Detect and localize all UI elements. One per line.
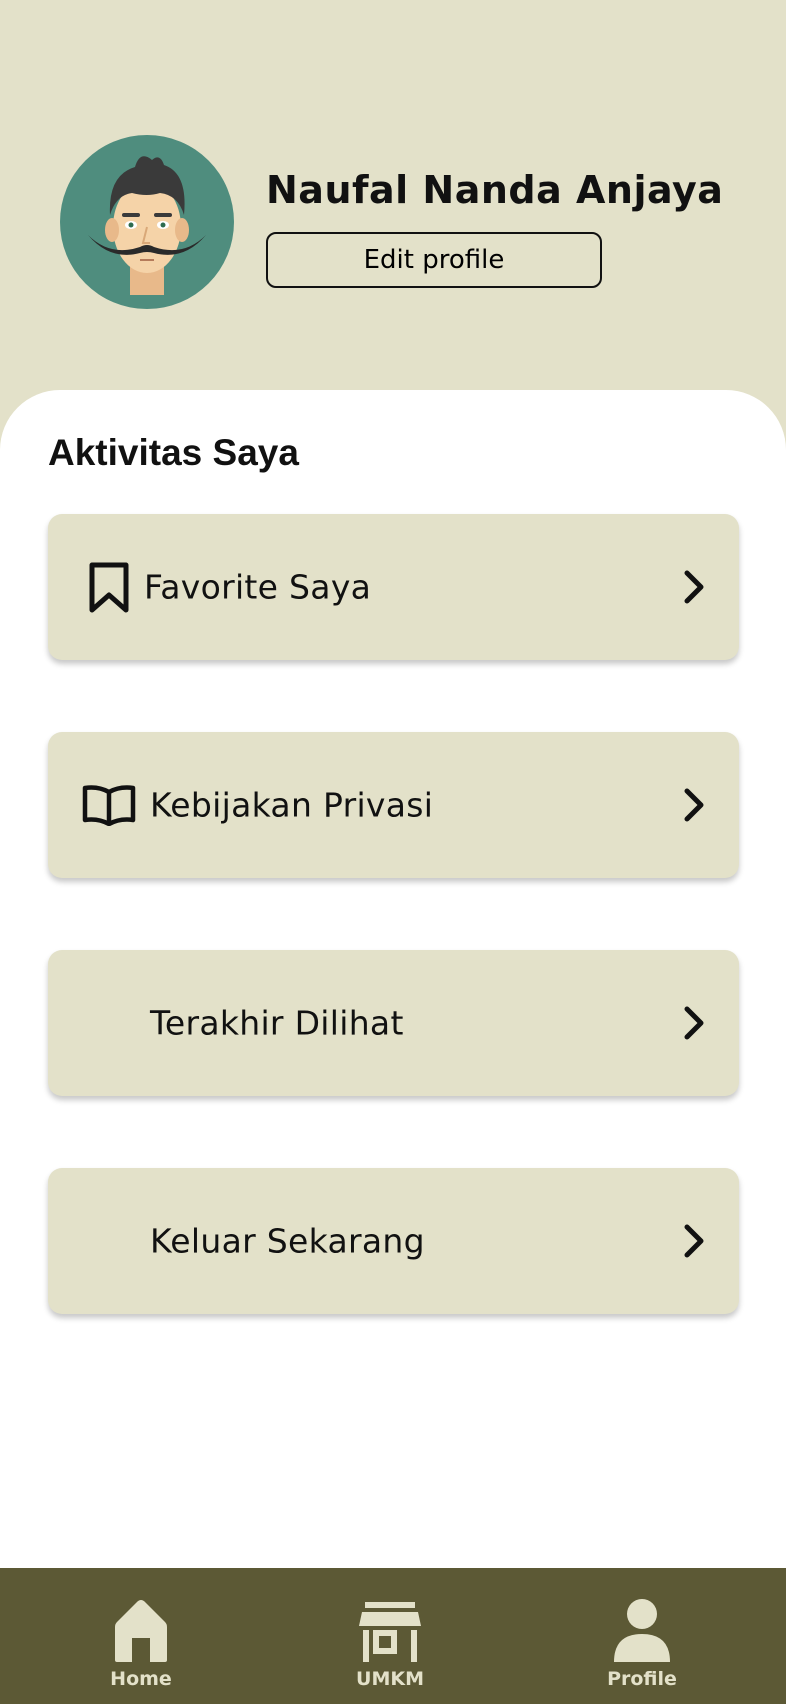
home-icon xyxy=(113,1598,169,1666)
menu-item-label: Terakhir Dilihat xyxy=(150,1003,404,1043)
nav-label: Profile xyxy=(607,1668,677,1690)
chevron-right-icon xyxy=(683,1005,705,1046)
store-icon xyxy=(359,1598,421,1666)
avatar-illustration xyxy=(88,156,206,295)
menu-item-recently-viewed[interactable]: Terakhir Dilihat xyxy=(48,950,739,1096)
edit-profile-button[interactable]: Edit profile xyxy=(266,232,602,288)
menu-item-label: Kebijakan Privasi xyxy=(150,785,434,825)
nav-item-umkm[interactable]: UMKM xyxy=(310,1568,470,1704)
profile-header: Naufal Nanda Anjaya Edit profile xyxy=(0,0,786,420)
menu-item-label: Keluar Sekarang xyxy=(150,1221,425,1261)
avatar xyxy=(60,135,234,309)
chevron-right-icon xyxy=(683,787,705,828)
menu-item-favorite[interactable]: Favorite Saya xyxy=(48,514,739,660)
nav-label: Home xyxy=(110,1668,172,1690)
user-icon xyxy=(612,1598,672,1666)
nav-item-profile[interactable]: Profile xyxy=(562,1568,722,1704)
book-open-icon xyxy=(82,784,136,831)
menu-item-privacy-policy[interactable]: Kebijakan Privasi xyxy=(48,732,739,878)
menu-item-logout[interactable]: Keluar Sekarang xyxy=(48,1168,739,1314)
bookmark-icon xyxy=(88,562,130,619)
profile-name: Naufal Nanda Anjaya xyxy=(266,168,724,212)
chevron-right-icon xyxy=(683,569,705,610)
menu-item-label: Favorite Saya xyxy=(144,567,372,607)
nav-label: UMKM xyxy=(356,1668,424,1690)
section-title: Aktivitas Saya xyxy=(48,432,299,473)
chevron-right-icon xyxy=(683,1223,705,1264)
nav-item-home[interactable]: Home xyxy=(61,1568,221,1704)
bottom-navigation: Home UMKM Profile xyxy=(0,1568,786,1704)
